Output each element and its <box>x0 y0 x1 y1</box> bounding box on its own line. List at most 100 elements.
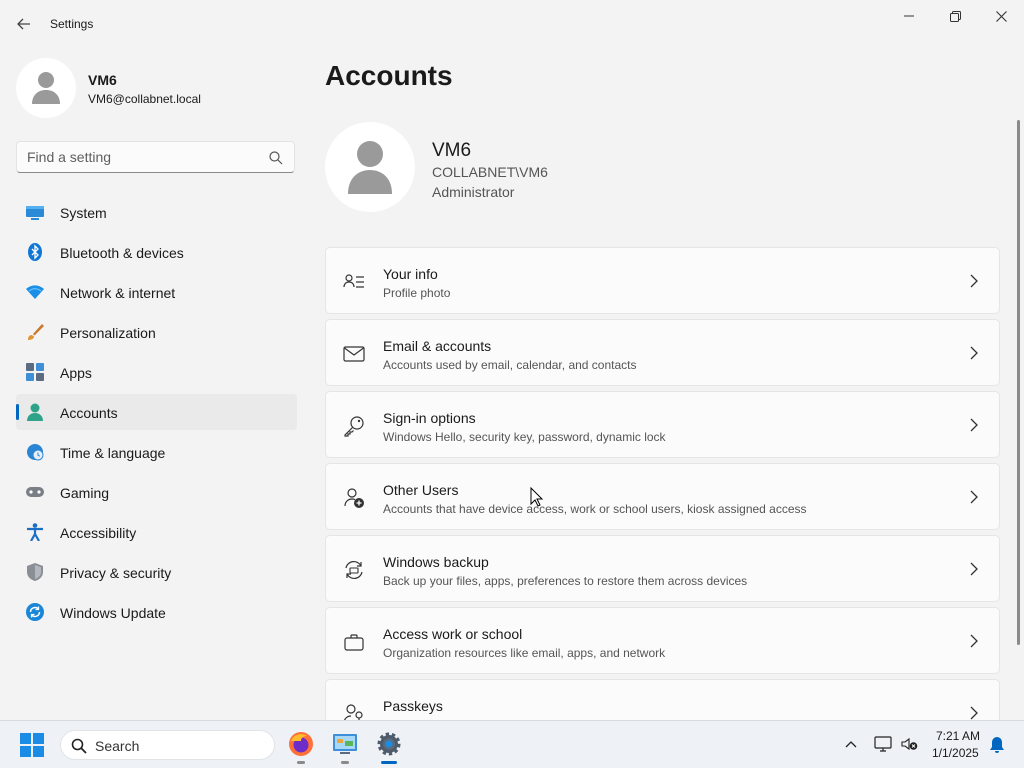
sidebar-item-system[interactable]: System <box>16 194 297 230</box>
mouse-cursor-icon <box>530 487 544 507</box>
card-title: Your info <box>383 266 438 282</box>
sidebar-item-accounts[interactable]: Accounts <box>16 394 297 430</box>
minimize-button[interactable] <box>886 0 932 32</box>
key-icon <box>344 416 364 437</box>
shield-icon <box>27 563 43 581</box>
search-icon[interactable] <box>268 150 284 166</box>
scrollbar[interactable] <box>1017 120 1020 645</box>
card-subtitle: Accounts used by email, calendar, and co… <box>383 358 637 372</box>
card-your-info[interactable]: Your info Profile photo <box>325 247 1000 314</box>
sidebar-item-accessibility[interactable]: Accessibility <box>16 514 297 550</box>
apps-icon <box>26 363 44 381</box>
running-indicator <box>341 761 349 764</box>
card-subtitle: Organization resources like email, apps,… <box>383 646 666 660</box>
close-button[interactable] <box>978 0 1024 32</box>
bluetooth-icon <box>28 243 42 261</box>
sidebar-item-windows-update[interactable]: Windows Update <box>16 594 297 630</box>
sidebar-nav: System Bluetooth & devices Network & int… <box>16 194 297 634</box>
wifi-icon <box>26 285 44 299</box>
windows-start-icon[interactable] <box>20 733 44 757</box>
update-icon <box>26 603 44 621</box>
card-other-users[interactable]: Other Users Accounts that have device ac… <box>325 463 1000 530</box>
page-title: Accounts <box>325 60 453 91</box>
search-input[interactable] <box>27 149 267 165</box>
card-windows-backup[interactable]: Windows backup Back up your files, apps,… <box>325 535 1000 602</box>
sidebar-item-privacy[interactable]: Privacy & security <box>16 554 297 590</box>
taskbar-app-settings[interactable] <box>374 729 404 764</box>
mail-icon <box>343 346 365 362</box>
sidebar-item-network[interactable]: Network & internet <box>16 274 297 310</box>
sidebar-item-gaming[interactable]: Gaming <box>16 474 297 510</box>
person-avatar-icon <box>348 141 392 194</box>
card-subtitle: Profile photo <box>383 286 451 300</box>
account-name: VM6 <box>432 140 472 161</box>
card-access-work-school[interactable]: Access work or school Organization resou… <box>325 607 1000 674</box>
running-indicator <box>297 761 305 764</box>
notification-bell-icon[interactable] <box>988 736 1006 754</box>
chevron-up-icon[interactable] <box>844 737 858 751</box>
chevron-right-icon <box>970 706 978 720</box>
accessibility-icon <box>27 523 43 541</box>
settings-gear-icon <box>377 732 401 756</box>
person-avatar-icon <box>32 72 60 104</box>
close-icon <box>995 10 1007 22</box>
active-indicator <box>381 761 397 764</box>
sidebar-item-label: Network & internet <box>60 285 176 301</box>
volume-muted-icon[interactable] <box>900 735 918 753</box>
sidebar-item-label: Bluetooth & devices <box>60 245 184 261</box>
sidebar-item-bluetooth[interactable]: Bluetooth & devices <box>16 234 297 270</box>
clock-time[interactable]: 7:21 AM <box>936 729 980 743</box>
back-button[interactable] <box>8 10 40 38</box>
control-panel-icon <box>333 734 357 754</box>
firefox-icon <box>289 732 313 756</box>
app-title: Settings <box>50 17 94 31</box>
settings-card-list: Your info Profile photo Email & accounts… <box>325 247 1000 720</box>
chevron-right-icon <box>970 346 978 360</box>
card-passkeys[interactable]: Passkeys <box>325 679 1000 720</box>
accounts-icon <box>27 403 43 421</box>
sidebar-item-apps[interactable]: Apps <box>16 354 297 390</box>
sidebar-item-label: Accounts <box>60 405 118 421</box>
sidebar-item-label: Apps <box>60 365 92 381</box>
card-title: Sign-in options <box>383 410 476 426</box>
chevron-right-icon <box>970 418 978 432</box>
clock-date[interactable]: 1/1/2025 <box>932 746 979 760</box>
chevron-right-icon <box>970 634 978 648</box>
taskbar: Search 7:21 AM 1/1/2025 <box>0 720 1024 768</box>
restore-icon <box>949 10 961 22</box>
account-avatar <box>325 122 415 212</box>
brush-icon <box>28 324 44 340</box>
minimize-icon <box>904 15 914 17</box>
person-add-icon <box>344 488 364 508</box>
card-title: Passkeys <box>383 698 443 714</box>
profile-email: VM6@collabnet.local <box>88 92 201 106</box>
search-box[interactable] <box>16 141 295 173</box>
sidebar-item-label: Accessibility <box>60 525 137 541</box>
sidebar-item-label: Time & language <box>60 445 166 461</box>
card-title: Windows backup <box>383 554 489 570</box>
card-subtitle: Accounts that have device access, work o… <box>383 502 807 516</box>
maximize-button[interactable] <box>932 0 978 32</box>
taskbar-app-control-panel[interactable] <box>330 729 360 764</box>
taskbar-app-firefox[interactable] <box>286 729 316 764</box>
briefcase-icon <box>344 634 364 651</box>
system-icon <box>26 206 44 220</box>
sidebar-item-label: System <box>60 205 107 221</box>
taskbar-search[interactable]: Search <box>60 730 275 760</box>
card-sign-in-options[interactable]: Sign-in options Windows Hello, security … <box>325 391 1000 458</box>
sidebar-item-personalization[interactable]: Personalization <box>16 314 297 350</box>
sidebar-item-time-language[interactable]: Time & language <box>16 434 297 470</box>
globe-clock-icon <box>27 444 44 461</box>
network-icon[interactable] <box>874 735 892 753</box>
card-subtitle: Windows Hello, security key, password, d… <box>383 430 666 444</box>
sidebar-item-label: Windows Update <box>60 605 166 621</box>
gamepad-icon <box>26 487 44 497</box>
account-role: Administrator <box>432 184 515 200</box>
backup-icon <box>345 560 363 580</box>
chevron-right-icon <box>970 274 978 288</box>
sidebar-item-label: Gaming <box>60 485 110 501</box>
back-arrow-icon <box>17 18 30 30</box>
title-bar: Settings <box>0 0 1024 48</box>
avatar[interactable] <box>16 58 76 118</box>
card-email-accounts[interactable]: Email & accounts Accounts used by email,… <box>325 319 1000 386</box>
